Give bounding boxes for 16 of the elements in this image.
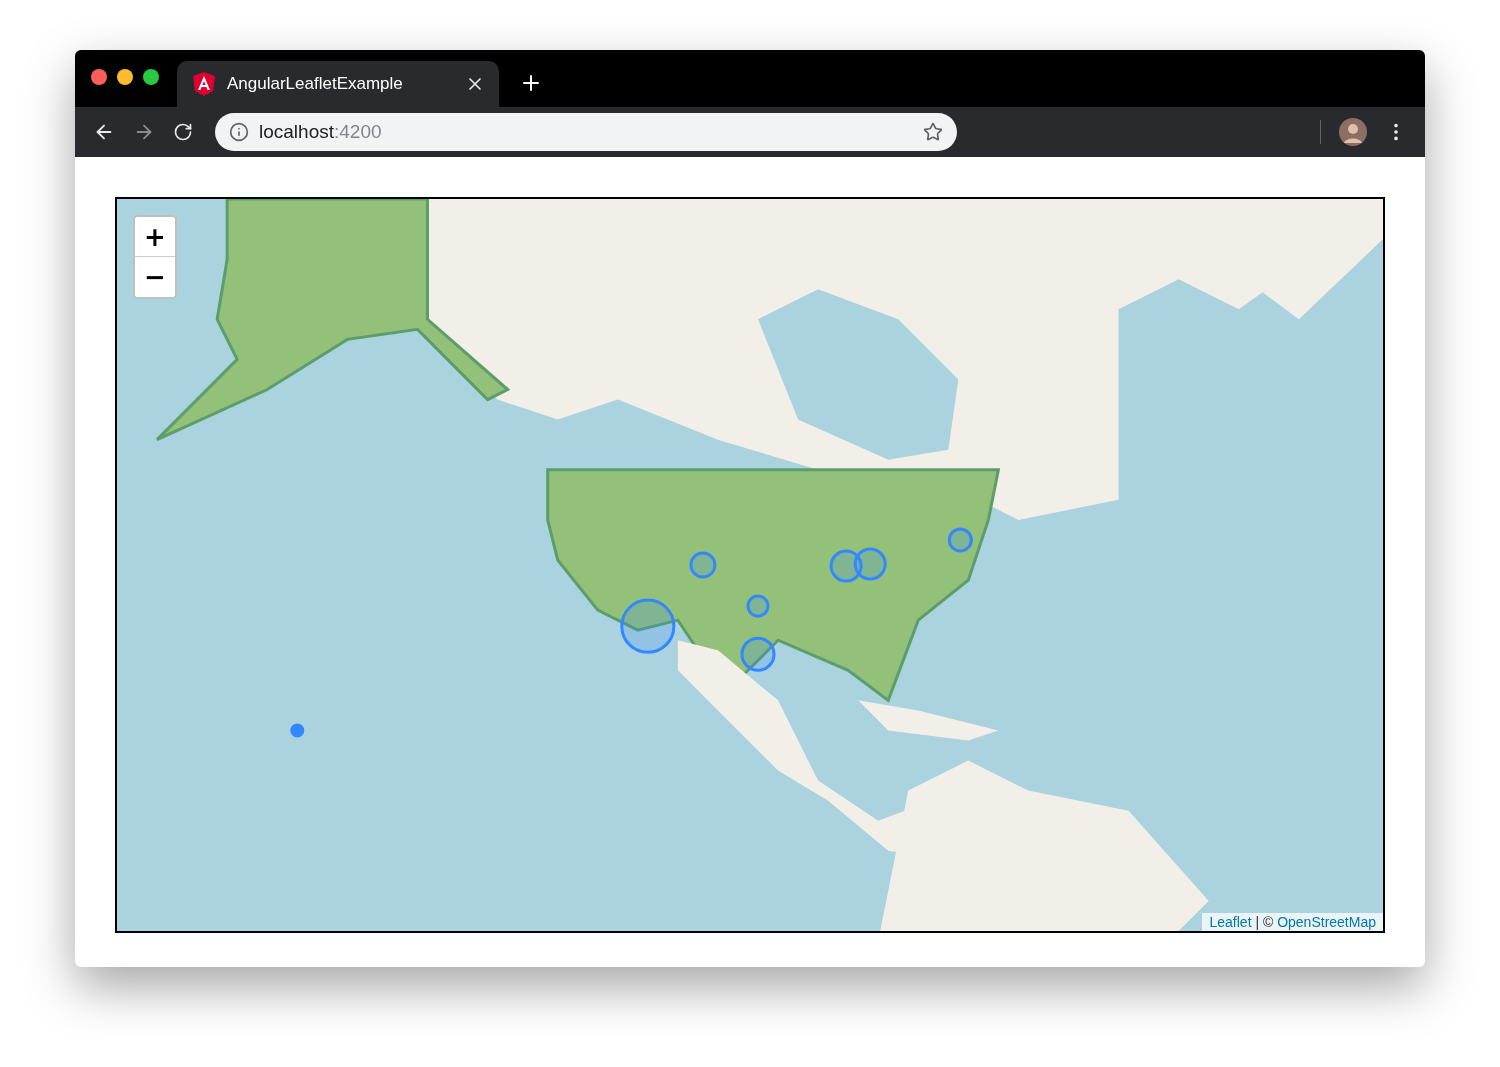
info-icon[interactable]	[229, 122, 249, 142]
reload-icon[interactable]	[173, 122, 193, 142]
address-bar[interactable]: localhost:4200	[215, 113, 957, 151]
maximize-window-icon[interactable]	[143, 68, 159, 85]
avatar-icon[interactable]	[1339, 118, 1367, 146]
close-window-icon[interactable]	[91, 68, 107, 85]
map-attribution: Leaflet | © OpenStreetMap	[1202, 913, 1383, 931]
tab-title: AngularLeafletExample	[227, 74, 404, 94]
url-text: localhost:4200	[259, 121, 383, 143]
minimize-window-icon[interactable]	[117, 68, 133, 85]
openstreetmap-link[interactable]: OpenStreetMap	[1277, 914, 1376, 930]
star-icon[interactable]	[923, 122, 943, 142]
shield-icon	[193, 72, 215, 96]
leaflet-link[interactable]: Leaflet	[1209, 914, 1252, 930]
browser-tab[interactable]: AngularLeafletExample	[177, 61, 499, 107]
zoom-in-button[interactable]: +	[135, 217, 175, 257]
